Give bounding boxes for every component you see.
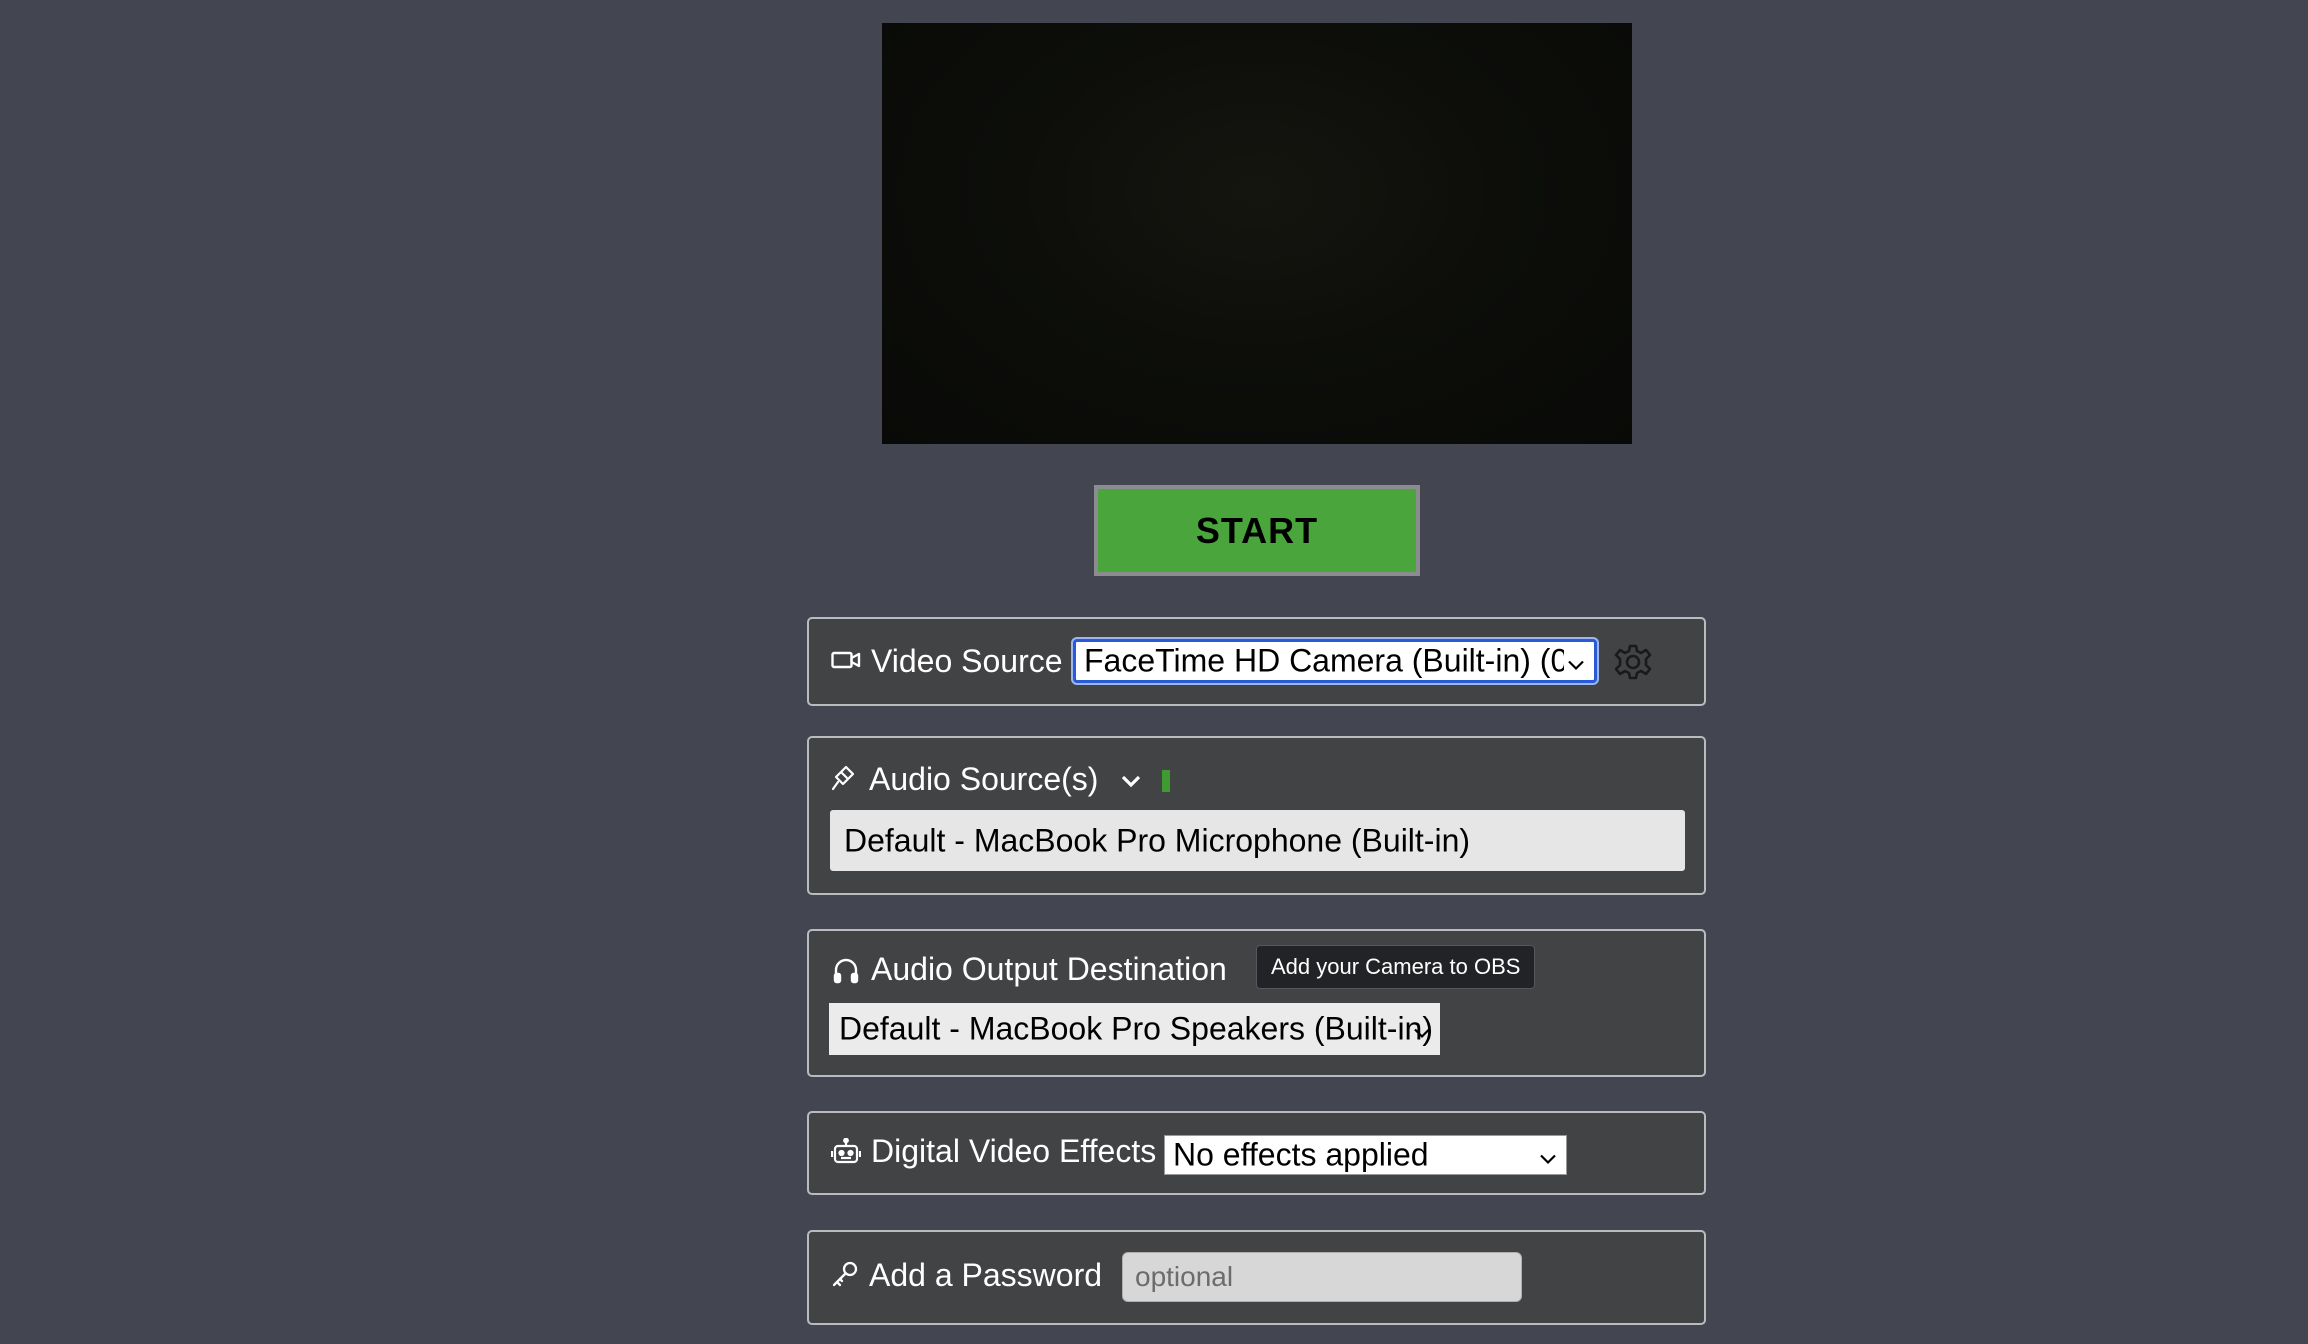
start-button[interactable]: START [1094, 485, 1420, 576]
tooltip: Add your Camera to OBS [1256, 945, 1536, 989]
audio-output-value: Default - MacBook Pro Speakers (Built-in… [839, 1010, 1433, 1047]
password-input[interactable] [1122, 1252, 1522, 1302]
microphone-icon [831, 764, 857, 792]
page: START Video Source FaceTime HD Camera (B… [0, 0, 2308, 1344]
password-label: Add a Password [869, 1257, 1103, 1293]
password-panel: Add a Password [807, 1230, 1706, 1325]
video-effects-value: No effects applied [1173, 1136, 1429, 1173]
video-preview [882, 23, 1632, 444]
video-source-panel: Video Source FaceTime HD Camera (Built-i… [807, 617, 1706, 706]
gear-icon[interactable] [1614, 643, 1652, 681]
audio-source-option[interactable]: Default - MacBook Pro Microphone (Built-… [830, 810, 1685, 871]
video-camera-icon [831, 649, 861, 671]
chevron-down-icon [1412, 1011, 1432, 1048]
headphones-icon [833, 957, 859, 985]
video-source-select[interactable]: FaceTime HD Camera (Built-in) (0 [1073, 639, 1597, 683]
audio-level-meter [1162, 770, 1170, 792]
audio-output-label: Audio Output Destination [871, 951, 1227, 987]
audio-source-label: Audio Source(s) [869, 761, 1099, 797]
video-source-value: FaceTime HD Camera (Built-in) (0 [1084, 642, 1564, 679]
video-effects-select[interactable]: No effects applied [1164, 1135, 1567, 1175]
video-effects-label: Digital Video Effects [871, 1133, 1157, 1169]
key-icon [831, 1260, 859, 1288]
video-source-label: Video Source [871, 643, 1063, 679]
audio-source-value: Default - MacBook Pro Microphone (Built-… [844, 822, 1471, 858]
chevron-down-icon[interactable] [1120, 773, 1142, 789]
chevron-down-icon [1566, 643, 1586, 680]
audio-output-select[interactable]: Default - MacBook Pro Speakers (Built-in… [829, 1003, 1440, 1055]
chevron-down-icon [1538, 1137, 1558, 1174]
robot-icon [831, 1138, 861, 1166]
video-effects-panel: Digital Video Effects No effects applied [807, 1111, 1706, 1195]
audio-source-panel: Audio Source(s) Default - MacBook Pro Mi… [807, 736, 1706, 895]
